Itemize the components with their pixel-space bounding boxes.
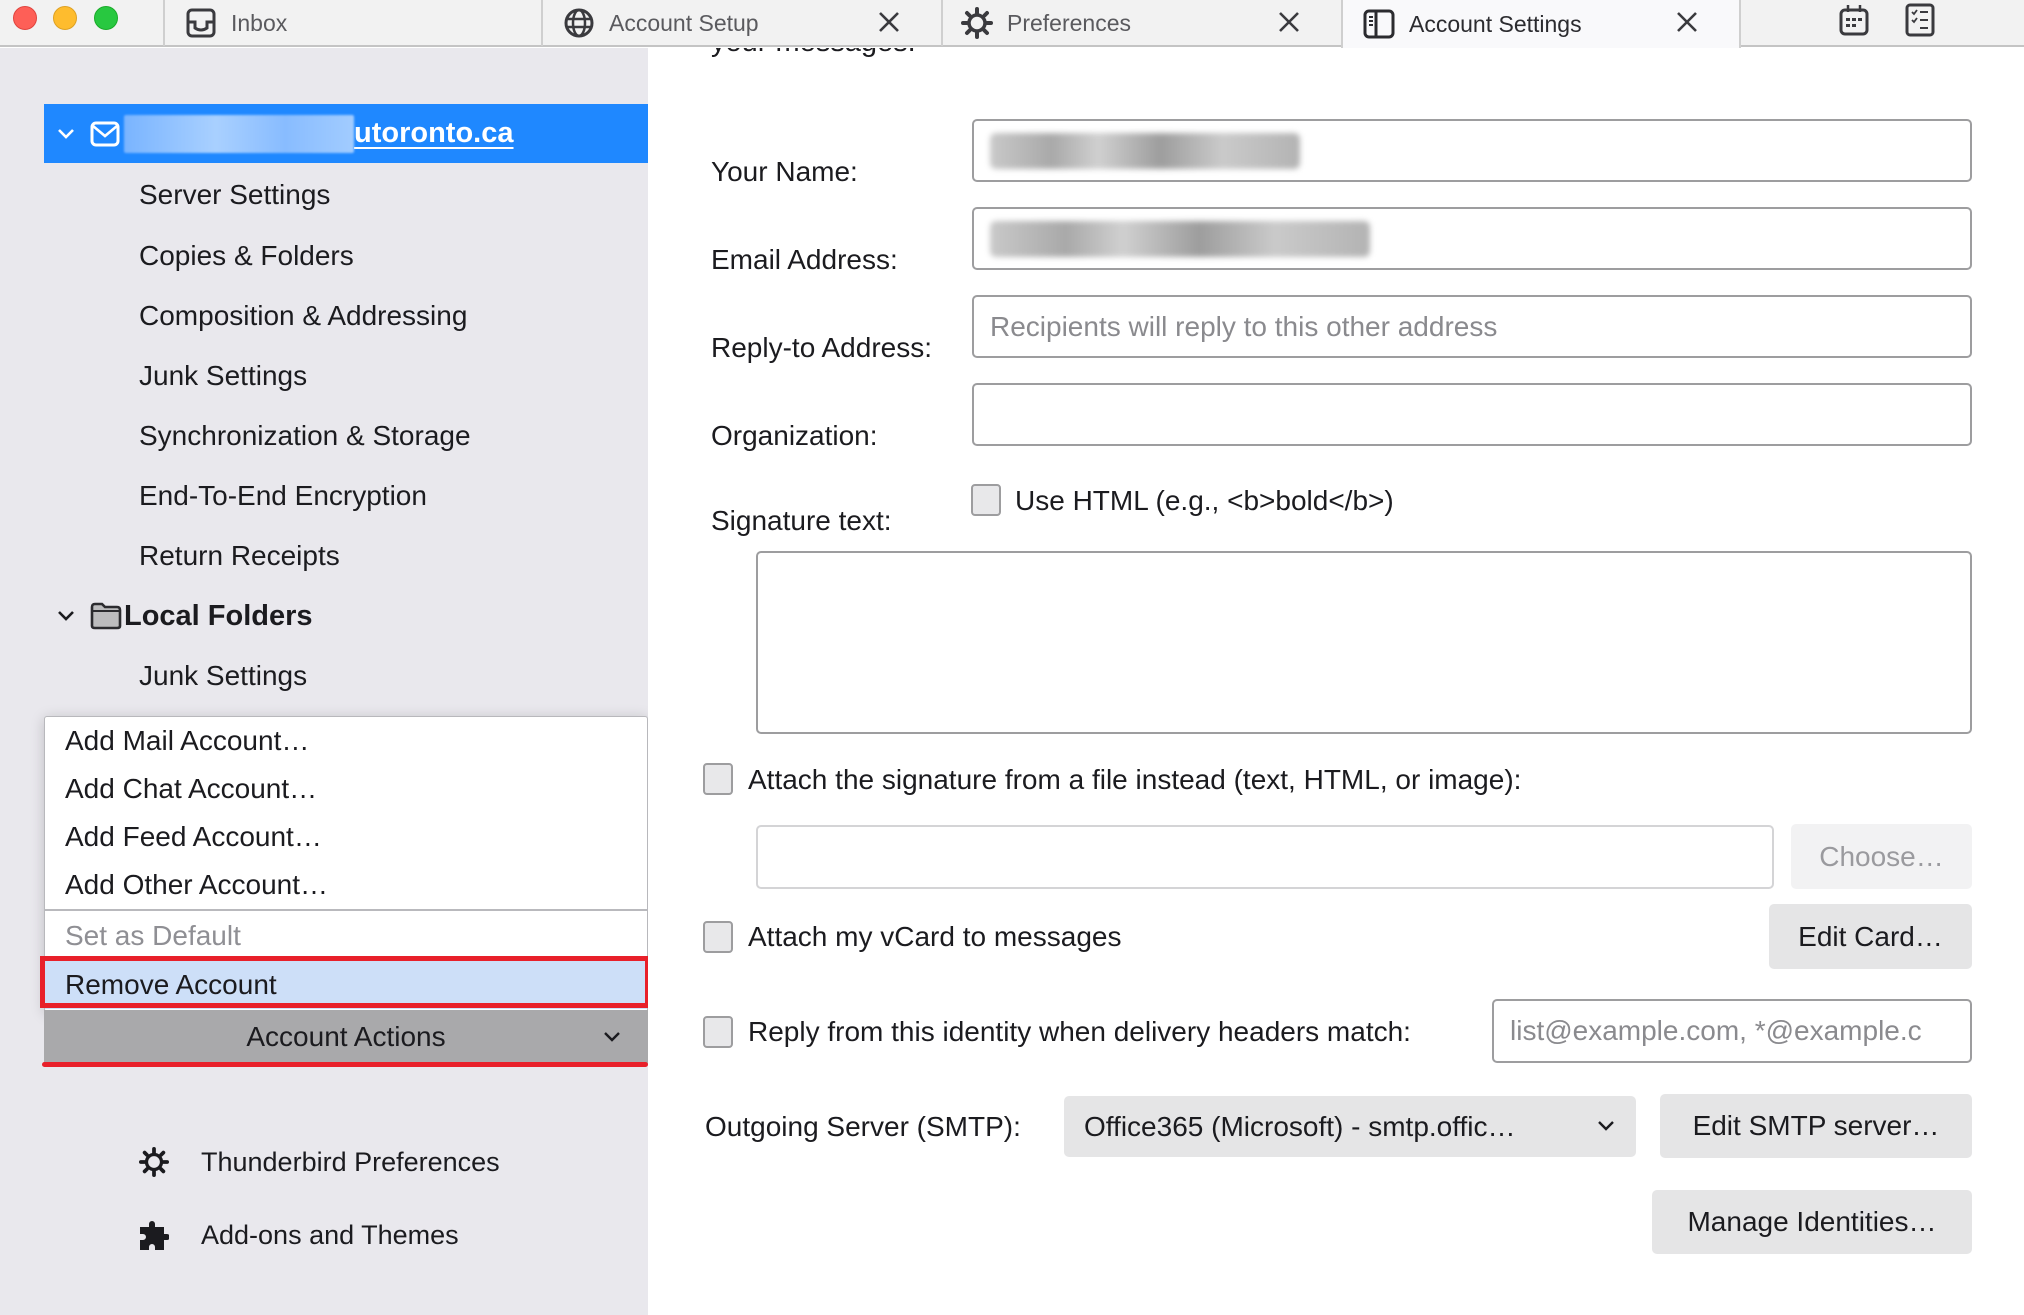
signature-file-field[interactable]	[756, 825, 1774, 889]
account-actions-label: Account Actions	[246, 1021, 446, 1052]
gear-icon	[137, 1145, 171, 1179]
delivery-headers-match-field[interactable]: list@example.com, *@example.c	[1492, 999, 1972, 1063]
outgoing-server-select[interactable]: Office365 (Microsoft) - smtp.offic…	[1064, 1096, 1636, 1157]
menu-item-add-other-account[interactable]: Add Other Account…	[45, 862, 647, 908]
email-address-label: Email Address:	[711, 244, 898, 275]
local-folders-row[interactable]: Local Folders	[44, 596, 313, 636]
menu-item-add-chat-account[interactable]: Add Chat Account…	[45, 766, 647, 812]
account-actions-button[interactable]: Account Actions	[44, 1010, 648, 1064]
account-settings-form: your messages. Your Name: Email Address:…	[648, 48, 2024, 1315]
addons-themes-label: Add-ons and Themes	[201, 1219, 459, 1250]
email-address-field[interactable]	[972, 207, 1972, 270]
addons-themes-link[interactable]: Add-ons and Themes	[137, 1215, 459, 1255]
annotation-underline	[42, 1062, 648, 1067]
calendar-icon[interactable]	[1836, 2, 1872, 38]
tab-inbox[interactable]: Inbox	[163, 0, 541, 46]
local-folders-label: Local Folders	[124, 599, 313, 632]
close-icon[interactable]	[1271, 4, 1307, 40]
signature-text-label: Signature text:	[711, 505, 892, 536]
attach-vcard-checkbox[interactable]	[703, 921, 733, 953]
outgoing-server-label: Outgoing Server (SMTP):	[705, 1111, 1021, 1142]
gear-icon	[961, 7, 993, 39]
attach-signature-label: Attach the signature from a file instead…	[748, 764, 1522, 795]
your-name-field[interactable]	[972, 119, 1972, 182]
use-html-checkbox[interactable]	[971, 484, 1001, 516]
sidebar-item-copies-folders[interactable]: Copies & Folders	[139, 236, 354, 276]
globe-icon	[563, 7, 595, 39]
thunderbird-preferences-label: Thunderbird Preferences	[201, 1146, 500, 1177]
account-name-redacted	[124, 114, 354, 153]
manage-identities-button[interactable]: Manage Identities…	[1652, 1190, 1972, 1254]
reply-to-placeholder: Recipients will reply to this other addr…	[990, 310, 1498, 342]
window-zoom-button[interactable]	[94, 6, 118, 30]
tab-label: Inbox	[231, 9, 288, 36]
attach-signature-checkbox[interactable]	[703, 763, 733, 795]
attach-vcard-label: Attach my vCard to messages	[748, 921, 1122, 952]
delivery-headers-placeholder: list@example.com, *@example.c	[1510, 1015, 1922, 1046]
your-name-label: Your Name:	[711, 156, 858, 187]
menu-item-add-feed-account[interactable]: Add Feed Account…	[45, 814, 647, 860]
organization-field[interactable]	[972, 383, 1972, 446]
menu-item-set-as-default: Set as Default	[65, 920, 241, 951]
window-minimize-button[interactable]	[53, 6, 77, 30]
chevron-down-icon[interactable]	[56, 124, 76, 144]
choose-file-button[interactable]: Choose…	[1791, 824, 1972, 889]
signature-textarea[interactable]	[756, 551, 1972, 734]
account-row-selected[interactable]: utoronto.ca	[44, 104, 648, 163]
tab-bar: Inbox Account Setup Preferences Account …	[0, 0, 2024, 48]
reply-to-label: Reply-to Address:	[711, 332, 932, 363]
folder-icon	[90, 602, 122, 630]
mail-icon	[90, 121, 120, 146]
close-icon[interactable]	[871, 4, 907, 40]
reply-from-identity-checkbox[interactable]	[703, 1016, 733, 1048]
thunderbird-preferences-link[interactable]: Thunderbird Preferences	[137, 1142, 500, 1182]
tab-label: Account Settings	[1409, 10, 1582, 37]
menu-item-remove-account[interactable]: Remove Account	[45, 961, 647, 1009]
account-settings-icon	[1363, 8, 1395, 40]
redacted-value	[990, 220, 1370, 257]
sidebar-item-return-receipts[interactable]: Return Receipts	[139, 536, 340, 576]
sidebar-item-local-junk-settings[interactable]: Junk Settings	[139, 656, 307, 696]
sidebar-item-server-settings[interactable]: Server Settings	[139, 175, 330, 215]
outgoing-server-value: Office365 (Microsoft) - smtp.offic…	[1084, 1110, 1516, 1142]
tab-preferences[interactable]: Preferences	[941, 0, 1341, 46]
sidebar-item-junk-settings[interactable]: Junk Settings	[139, 356, 307, 396]
reply-to-field[interactable]: Recipients will reply to this other addr…	[972, 295, 1972, 358]
chevron-down-icon	[604, 1032, 620, 1042]
redacted-value	[990, 132, 1300, 169]
puzzle-piece-icon	[137, 1218, 171, 1252]
organization-label: Organization:	[711, 420, 878, 451]
window-close-button[interactable]	[13, 6, 37, 30]
inbox-icon	[185, 7, 217, 39]
account-name: utoronto.ca	[354, 117, 514, 149]
sidebar-item-synchronization-storage[interactable]: Synchronization & Storage	[139, 416, 471, 456]
edit-smtp-server-button[interactable]: Edit SMTP server…	[1660, 1094, 1972, 1158]
account-tree-sidebar: utoronto.ca Server Settings Copies & Fol…	[0, 48, 650, 1315]
intro-text: your messages.	[711, 48, 916, 59]
sidebar-item-end-to-end-encryption[interactable]: End-To-End Encryption	[139, 476, 427, 516]
tab-account-setup[interactable]: Account Setup	[541, 0, 941, 46]
menu-separator	[45, 909, 647, 911]
close-icon[interactable]	[1669, 4, 1705, 40]
tab-label: Account Setup	[609, 9, 759, 36]
tab-account-settings[interactable]: Account Settings	[1341, 0, 1741, 48]
sidebar-item-composition-addressing[interactable]: Composition & Addressing	[139, 296, 467, 336]
tasks-icon[interactable]	[1902, 2, 1938, 38]
account-actions-menu: Add Mail Account… Add Chat Account… Add …	[44, 716, 648, 1012]
tab-label: Preferences	[1007, 9, 1132, 36]
use-html-label: Use HTML (e.g., <b>bold</b>)	[1015, 485, 1394, 516]
menu-item-add-mail-account[interactable]: Add Mail Account…	[45, 718, 647, 764]
chevron-down-icon	[1598, 1121, 1614, 1131]
edit-card-button[interactable]: Edit Card…	[1769, 904, 1972, 969]
reply-from-identity-label: Reply from this identity when delivery h…	[748, 1016, 1411, 1047]
chevron-down-icon[interactable]	[56, 606, 76, 626]
